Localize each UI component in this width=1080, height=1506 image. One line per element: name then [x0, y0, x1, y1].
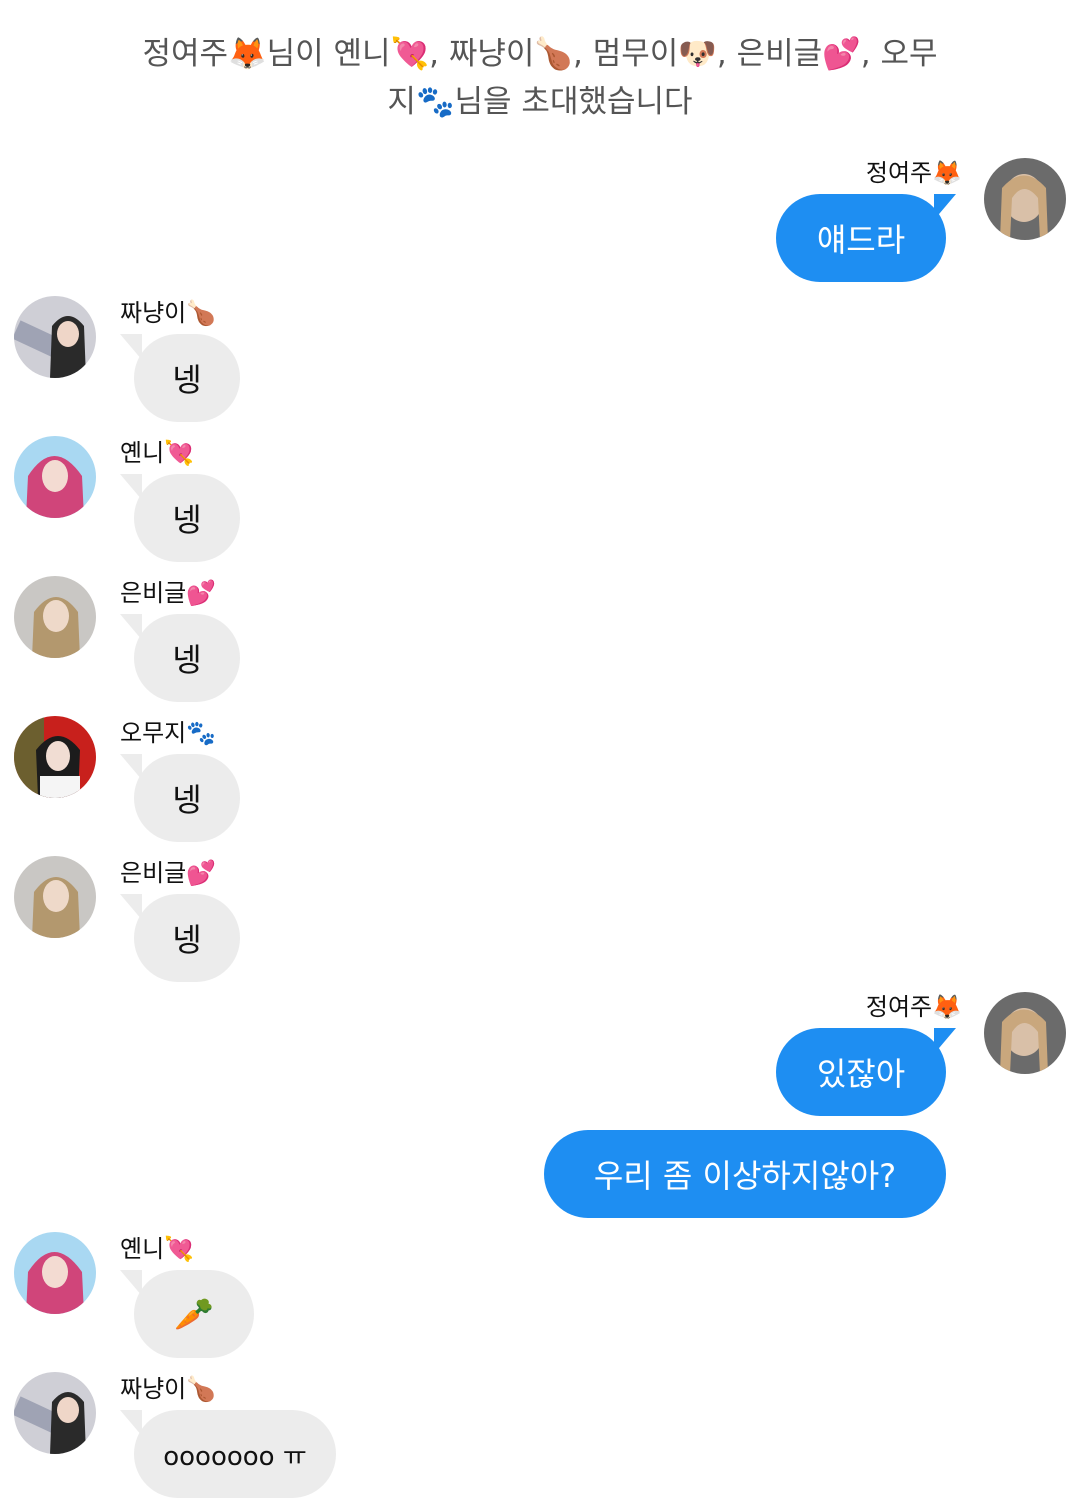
message-row: 짜냥이🍗 ooooooo ㅠ [0, 1366, 1080, 1506]
chat-bubble-outgoing[interactable]: 있잖아 [776, 1028, 946, 1116]
sender-name: 은비글💕 [120, 859, 217, 887]
system-invite-notice: 정여주🦊님이 옌니💘, 짜냥이🍗, 멈무이🐶, 은비글💕, 오무지🐾님을 초대했… [142, 36, 938, 120]
brick-wall-portrait-avatar[interactable] [14, 576, 96, 658]
chat-bubble-incoming[interactable]: 넹 [134, 334, 240, 422]
message-row: 옌니💘 넹 [0, 430, 1080, 570]
sender-name: 짜냥이🍗 [120, 299, 217, 327]
message-row: 옌니💘 🥕 [0, 1226, 1080, 1366]
sender-name: 옌니💘 [120, 1235, 195, 1263]
sender-name: 정여주🦊 [865, 159, 962, 187]
hair-portrait-avatar[interactable] [984, 992, 1066, 1074]
red-background-portrait-avatar[interactable] [14, 716, 96, 798]
chat-bubble-outgoing[interactable]: 우리 좀 이상하지않아? [544, 1130, 946, 1218]
sender-name: 은비글💕 [120, 579, 217, 607]
chat-bubble-outgoing[interactable]: 얘드라 [776, 194, 946, 282]
pink-hair-portrait-avatar[interactable] [14, 1232, 96, 1314]
pink-hair-portrait-avatar[interactable] [14, 436, 96, 518]
sender-name: 오무지🐾 [120, 719, 217, 747]
sender-name: 옌니💘 [120, 439, 195, 467]
message-row: 정여주🦊 얘드라 [0, 150, 1080, 290]
sender-name: 정여주🦊 [865, 993, 962, 1021]
chat-bubble-incoming[interactable]: 넹 [134, 474, 240, 562]
message-row: 짜냥이🍗 넹 [0, 290, 1080, 430]
chat-bubble-incoming[interactable]: 넹 [134, 614, 240, 702]
starpa-portrait-avatar[interactable] [14, 1372, 96, 1454]
message-row: 오무지🐾 넹 [0, 710, 1080, 850]
chat-bubble-incoming[interactable]: 넹 [134, 754, 240, 842]
starpa-portrait-avatar[interactable] [14, 296, 96, 378]
message-row: 은비글💕 넹 [0, 850, 1080, 990]
message-row: 정여주🦊 있잖아 우리 좀 이상하지않아? [0, 984, 1080, 1224]
hair-portrait-avatar[interactable] [984, 158, 1066, 240]
sender-name: 짜냥이🍗 [120, 1375, 217, 1403]
message-row: 은비글💕 넹 [0, 570, 1080, 710]
chat-bubble-incoming[interactable]: ooooooo ㅠ [134, 1410, 336, 1498]
brick-wall-portrait-avatar[interactable] [14, 856, 96, 938]
chat-bubble-incoming[interactable]: 🥕 [134, 1270, 254, 1358]
chat-bubble-incoming[interactable]: 넹 [134, 894, 240, 982]
